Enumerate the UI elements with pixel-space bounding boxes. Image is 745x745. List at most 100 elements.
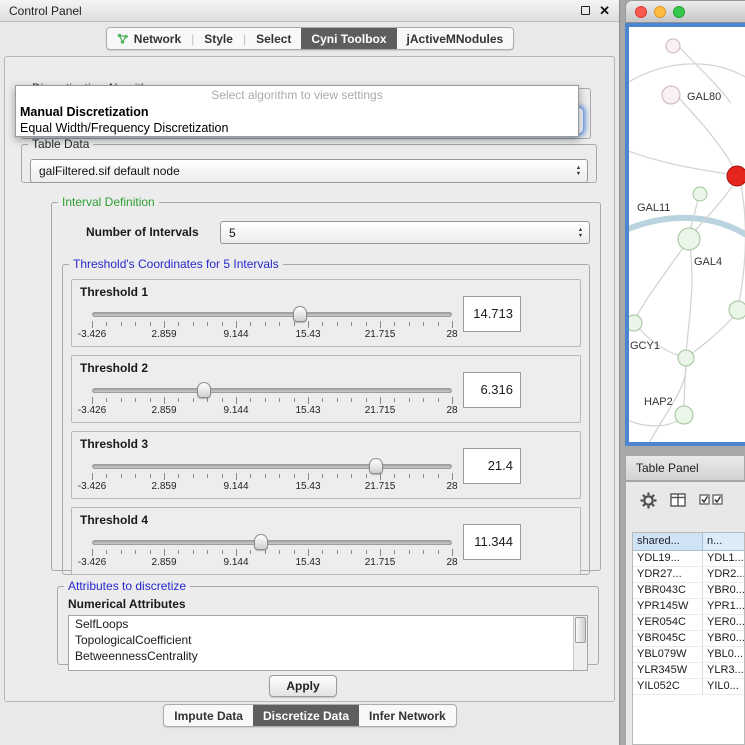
threshold-slider[interactable]: -3.4262.8599.14415.4321.71528 xyxy=(92,540,452,570)
minimize-traffic-light-icon[interactable] xyxy=(654,6,666,18)
top-tab-bar: Network|Style|SelectCyni ToolboxjActiveM… xyxy=(106,27,514,50)
network-node[interactable] xyxy=(727,166,745,186)
slider-track[interactable] xyxy=(92,540,452,545)
tab-select[interactable]: Select xyxy=(246,28,301,49)
threshold-slider[interactable]: -3.4262.8599.14415.4321.71528 xyxy=(92,464,452,494)
network-node[interactable] xyxy=(678,350,694,366)
control-panel-titlebar[interactable]: Control Panel ✕ xyxy=(0,0,619,22)
gear-icon[interactable] xyxy=(640,492,657,509)
slider-thumb[interactable] xyxy=(254,534,268,550)
table-data-combobox[interactable]: galFiltered.sif default node ▲▼ xyxy=(30,159,588,183)
numerical-attributes-list: SelfLoopsTopologicalCoefficientBetweenne… xyxy=(69,616,587,664)
tab-label: Select xyxy=(256,32,291,46)
tab-impute-data[interactable]: Impute Data xyxy=(164,705,253,726)
slider-thumb[interactable] xyxy=(197,382,211,398)
scale-label: 15.43 xyxy=(295,481,320,492)
slider-thumb[interactable] xyxy=(293,306,307,322)
list-item[interactable]: TopologicalCoefficient xyxy=(69,632,587,648)
node-label: GAL80 xyxy=(687,91,721,103)
apply-button[interactable]: Apply xyxy=(269,675,337,697)
threshold-slider[interactable]: -3.4262.8599.14415.4321.71528 xyxy=(92,312,452,342)
network-node[interactable] xyxy=(662,86,680,104)
threshold-value-field[interactable]: 6.316 xyxy=(463,372,521,408)
show-columns-icon[interactable] xyxy=(670,493,686,507)
slider-scale-labels: -3.4262.8599.14415.4321.71528 xyxy=(92,329,452,341)
zoom-traffic-light-icon[interactable] xyxy=(673,6,685,18)
table-row[interactable]: YDL19...YDL1... xyxy=(633,551,744,567)
slider-track[interactable] xyxy=(92,388,452,393)
slider-thumb[interactable] xyxy=(369,458,383,474)
network-edge xyxy=(629,149,728,174)
table-row[interactable]: YPR145WYPR1... xyxy=(633,599,744,615)
network-window-titlebar[interactable] xyxy=(625,0,745,23)
tab-network[interactable]: Network xyxy=(107,28,191,49)
node-table: shared...n... YDL19...YDL1...YDR27...YDR… xyxy=(632,532,745,745)
table-row[interactable]: YLR345WYLR3... xyxy=(633,663,744,679)
threshold-value-field[interactable]: 11.344 xyxy=(463,524,521,560)
scale-label: 28 xyxy=(446,557,457,568)
network-node[interactable] xyxy=(729,301,745,319)
table-row[interactable]: YBR043CYBR0... xyxy=(633,583,744,599)
node-label: GCY1 xyxy=(630,340,660,352)
list-scrollbar[interactable] xyxy=(573,616,587,670)
list-item[interactable]: SelfLoops xyxy=(69,616,587,632)
attributes-to-discretize-group: Attributes to discretize Numerical Attri… xyxy=(57,579,599,665)
float-window-icon[interactable] xyxy=(581,6,590,15)
scale-label: 21.715 xyxy=(365,329,396,340)
scale-label: 9.144 xyxy=(223,481,248,492)
table-cell: YBR043C xyxy=(633,583,703,598)
algorithm-placeholder-option[interactable]: Select algorithm to view settings xyxy=(16,88,578,104)
number-of-intervals-combobox[interactable]: 5 ▲▼ xyxy=(220,221,590,244)
scrollbar-thumb[interactable] xyxy=(575,617,586,643)
tab-cyni-toolbox[interactable]: Cyni Toolbox xyxy=(301,28,396,49)
algorithm-dropdown-popup: Select algorithm to view settings Manual… xyxy=(15,85,579,137)
threshold-value-field[interactable]: 21.4 xyxy=(463,448,521,484)
table-cell: YER0... xyxy=(703,615,744,630)
table-row[interactable]: YIL052CYIL0... xyxy=(633,679,744,695)
close-icon[interactable]: ✕ xyxy=(599,6,610,16)
column-header[interactable]: shared... xyxy=(633,533,703,551)
select-columns-icon[interactable] xyxy=(699,494,725,506)
table-data-group-title: Table Data xyxy=(28,137,93,151)
tab-style[interactable]: Style xyxy=(194,28,243,49)
number-of-intervals-value: 5 xyxy=(221,226,574,240)
network-node[interactable] xyxy=(629,315,642,331)
slider-ticks xyxy=(92,549,452,557)
scale-label: 9.144 xyxy=(223,557,248,568)
node-label: GAL11 xyxy=(637,202,670,214)
algorithm-popup-options: Manual DiscretizationEqual Width/Frequen… xyxy=(16,104,578,136)
network-node[interactable] xyxy=(675,406,693,424)
scale-label: 2.859 xyxy=(151,557,176,568)
table-body: YDL19...YDL1...YDR27...YDR2...YBR043CYBR… xyxy=(633,551,744,695)
table-row[interactable]: YBR045CYBR0... xyxy=(633,631,744,647)
network-node[interactable] xyxy=(693,187,707,201)
table-panel-header[interactable]: Table Panel xyxy=(625,455,745,481)
close-traffic-light-icon[interactable] xyxy=(635,6,647,18)
list-item[interactable]: BetweennessCentrality xyxy=(69,648,587,664)
scale-label: 2.859 xyxy=(151,329,176,340)
tab-discretize-data[interactable]: Discretize Data xyxy=(253,705,359,726)
tab-jactivemnodules[interactable]: jActiveMNodules xyxy=(397,28,514,49)
window-title: Control Panel xyxy=(9,4,581,18)
network-canvas-frame: GAL80GAL11GAL4GCY1HAP2 xyxy=(625,23,745,446)
table-row[interactable]: YDR27...YDR2... xyxy=(633,567,744,583)
network-node[interactable] xyxy=(678,228,700,250)
scale-label: 9.144 xyxy=(223,329,248,340)
table-cell: YDR2... xyxy=(703,567,744,582)
column-header[interactable]: n... xyxy=(703,533,744,551)
scale-label: -3.426 xyxy=(78,557,106,568)
algorithm-option[interactable]: Manual Discretization xyxy=(16,104,578,120)
algorithm-option[interactable]: Equal Width/Frequency Discretization xyxy=(16,120,578,136)
network-node[interactable] xyxy=(666,39,680,53)
network-canvas[interactable]: GAL80GAL11GAL4GCY1HAP2 xyxy=(629,27,745,442)
scale-label: 9.144 xyxy=(223,405,248,416)
table-cell: YDR27... xyxy=(633,567,703,582)
slider-track[interactable] xyxy=(92,312,452,317)
threshold-value-field[interactable]: 14.713 xyxy=(463,296,521,332)
table-row[interactable]: YER054CYER0... xyxy=(633,615,744,631)
scale-label: 21.715 xyxy=(365,557,396,568)
threshold-slider[interactable]: -3.4262.8599.14415.4321.71528 xyxy=(92,388,452,418)
tab-infer-network[interactable]: Infer Network xyxy=(359,705,456,726)
slider-track[interactable] xyxy=(92,464,452,469)
table-row[interactable]: YBL079WYBL0... xyxy=(633,647,744,663)
